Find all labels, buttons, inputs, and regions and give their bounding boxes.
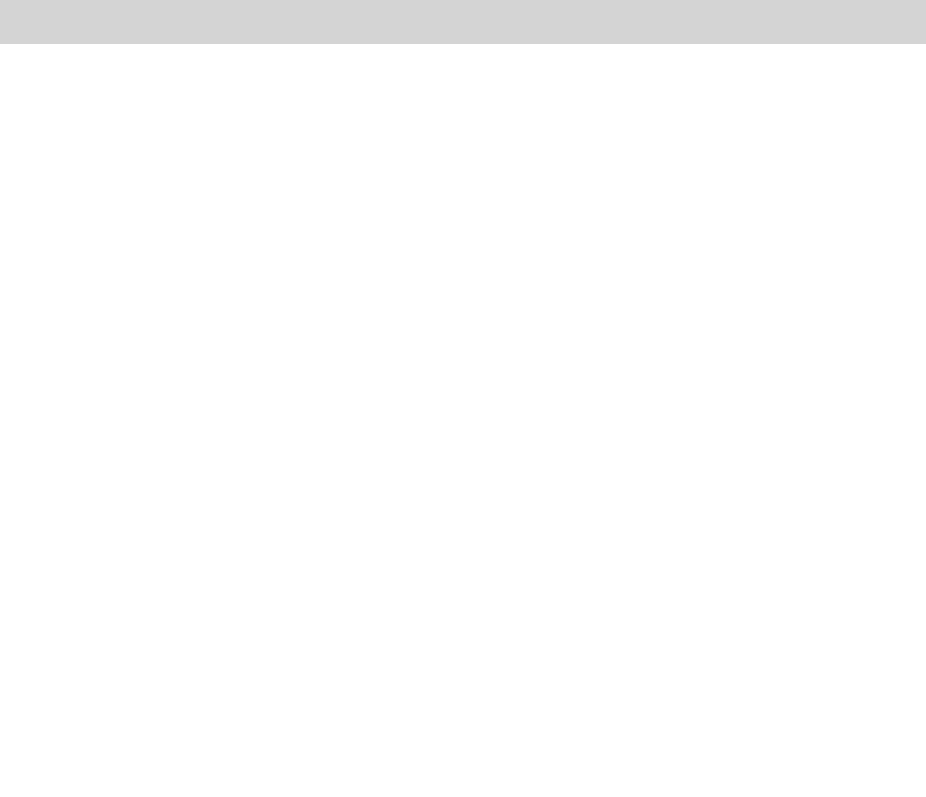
wiring-diagram bbox=[0, 0, 926, 797]
figure-page bbox=[0, 0, 926, 797]
